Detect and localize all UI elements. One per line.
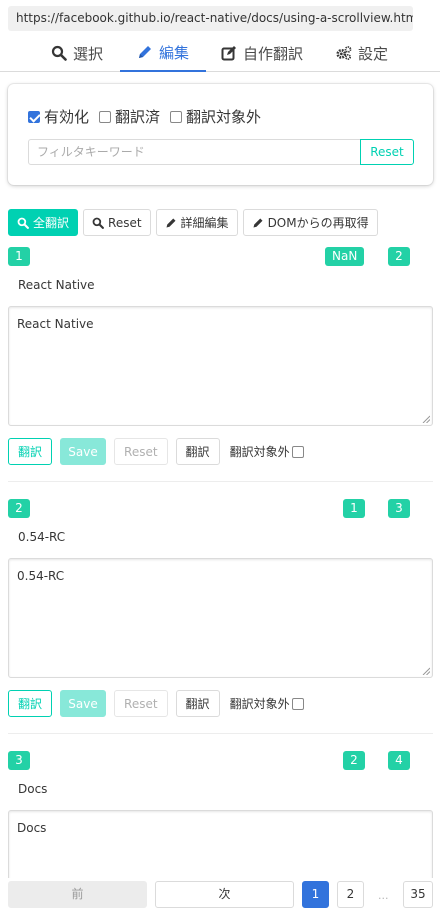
entry-prev-tag[interactable]: 2	[343, 751, 365, 770]
translated-checkbox-box[interactable]	[99, 110, 112, 123]
enabled-label: 有効化	[44, 108, 90, 126]
entry-actions: 翻訳 Save Reset 翻訳 翻訳対象外	[8, 438, 304, 465]
pagination: 前 次 1 2 ... 35	[0, 878, 440, 910]
refetch-dom-button[interactable]: DOMからの再取得	[242, 209, 378, 236]
entry-translation-textarea[interactable]: 0.54-RC	[8, 558, 433, 678]
translated-checkbox[interactable]: 翻訳済	[99, 106, 160, 127]
tab-edit-label: 編集	[158, 43, 189, 62]
translate-alt-button[interactable]: 翻訳	[175, 690, 220, 717]
entry-index-tag: 1	[8, 247, 30, 266]
pencil-icon	[166, 218, 176, 227]
pencil-icon	[253, 218, 263, 227]
translate-all-button[interactable]: 全翻訳	[8, 209, 79, 236]
translate-button[interactable]: 翻訳	[8, 438, 53, 465]
tab-custom-translation-label: 自作翻訳	[242, 44, 303, 63]
translate-button[interactable]: 翻訳	[8, 690, 53, 717]
excluded-checkbox-box[interactable]	[170, 110, 183, 123]
exclude-toggle[interactable]: 翻訳対象外	[230, 695, 304, 712]
reset-all-label: Reset	[108, 215, 142, 230]
entry-index-tag: 3	[8, 751, 30, 770]
exclude-label: 翻訳対象外	[229, 445, 290, 459]
exclude-checkbox[interactable]	[291, 697, 304, 710]
search-icon	[51, 45, 67, 61]
filter-reset-button[interactable]: Reset	[360, 139, 414, 165]
tab-select[interactable]: 選択	[40, 34, 114, 72]
resize-handle-icon[interactable]	[422, 415, 430, 423]
tab-settings[interactable]: 設定	[322, 34, 402, 72]
exclude-label: 翻訳対象外	[229, 697, 290, 711]
entry-translation-textarea[interactable]: React Native	[8, 306, 433, 426]
search-icon	[92, 217, 104, 229]
reset-button[interactable]: Reset	[114, 438, 168, 465]
filter-checkboxes: 有効化 翻訳済 翻訳対象外	[28, 106, 261, 127]
entry-original-text: React Native	[18, 278, 95, 292]
enabled-checkbox-box[interactable]	[28, 110, 40, 123]
reset-button[interactable]: Reset	[114, 690, 168, 717]
resize-handle-icon[interactable]	[422, 667, 430, 675]
entry-translation-value: React Native	[17, 317, 94, 331]
entry-index-tag: 2	[8, 499, 30, 518]
tab-custom-translation[interactable]: 自作翻訳	[212, 34, 312, 72]
tab-bar: 選択 編集 自作翻訳 設定	[0, 34, 440, 72]
prev-page-button[interactable]: 前	[8, 881, 147, 908]
detail-edit-label: 詳細編集	[180, 216, 229, 230]
exclude-checkbox[interactable]	[291, 445, 304, 458]
tab-edit[interactable]: 編集	[120, 34, 206, 72]
entry-prev-tag[interactable]: 1	[343, 499, 365, 518]
url-bar: https://facebook.github.io/react-native/…	[8, 6, 413, 31]
entry-next-tag[interactable]: 4	[388, 751, 410, 770]
save-button[interactable]: Save	[60, 438, 107, 465]
next-page-button[interactable]: 次	[155, 881, 294, 908]
tab-settings-label: 設定	[357, 44, 388, 63]
edit-icon	[221, 46, 236, 61]
entry-divider	[8, 733, 433, 734]
refetch-dom-label: DOMからの再取得	[267, 216, 369, 230]
excluded-label: 翻訳対象外	[186, 108, 262, 126]
entry-prev-tag[interactable]: NaN	[325, 247, 365, 266]
entry-next-tag[interactable]: 3	[388, 499, 410, 518]
tab-select-label: 選択	[72, 44, 103, 63]
entry-actions: 翻訳 Save Reset 翻訳 翻訳対象外	[8, 690, 304, 717]
detail-edit-button[interactable]: 詳細編集	[155, 209, 238, 236]
page-last-button[interactable]: 35	[403, 881, 433, 908]
search-icon	[17, 217, 29, 229]
reset-all-button[interactable]: Reset	[83, 209, 151, 236]
entry-original-text: Docs	[18, 782, 48, 796]
entry-translation-value: 0.54-RC	[17, 569, 65, 583]
pagination-ellipsis: ...	[378, 889, 389, 902]
save-button[interactable]: Save	[60, 690, 107, 717]
gears-icon	[336, 46, 352, 61]
page-1-button[interactable]: 1	[302, 881, 329, 908]
entry-next-tag[interactable]: 2	[388, 247, 410, 266]
filter-panel: 有効化 翻訳済 翻訳対象外 フィルタキーワード Reset	[8, 84, 433, 185]
enabled-checkbox[interactable]: 有効化	[28, 106, 89, 127]
toolbar: 全翻訳 Reset 詳細編集 DOMからの再取得	[8, 209, 378, 236]
excluded-checkbox[interactable]: 翻訳対象外	[170, 106, 261, 127]
page-2-button[interactable]: 2	[337, 881, 364, 908]
exclude-toggle[interactable]: 翻訳対象外	[230, 443, 304, 460]
entry-divider	[8, 481, 433, 482]
translate-alt-button[interactable]: 翻訳	[175, 438, 220, 465]
translate-all-label: 全翻訳	[33, 216, 70, 230]
entry-original-text: 0.54-RC	[18, 530, 66, 544]
entry-translation-value: Docs	[17, 821, 47, 835]
filter-keyword-input[interactable]: フィルタキーワード	[28, 139, 361, 165]
pencil-icon	[138, 46, 151, 58]
translated-label: 翻訳済	[115, 108, 161, 126]
